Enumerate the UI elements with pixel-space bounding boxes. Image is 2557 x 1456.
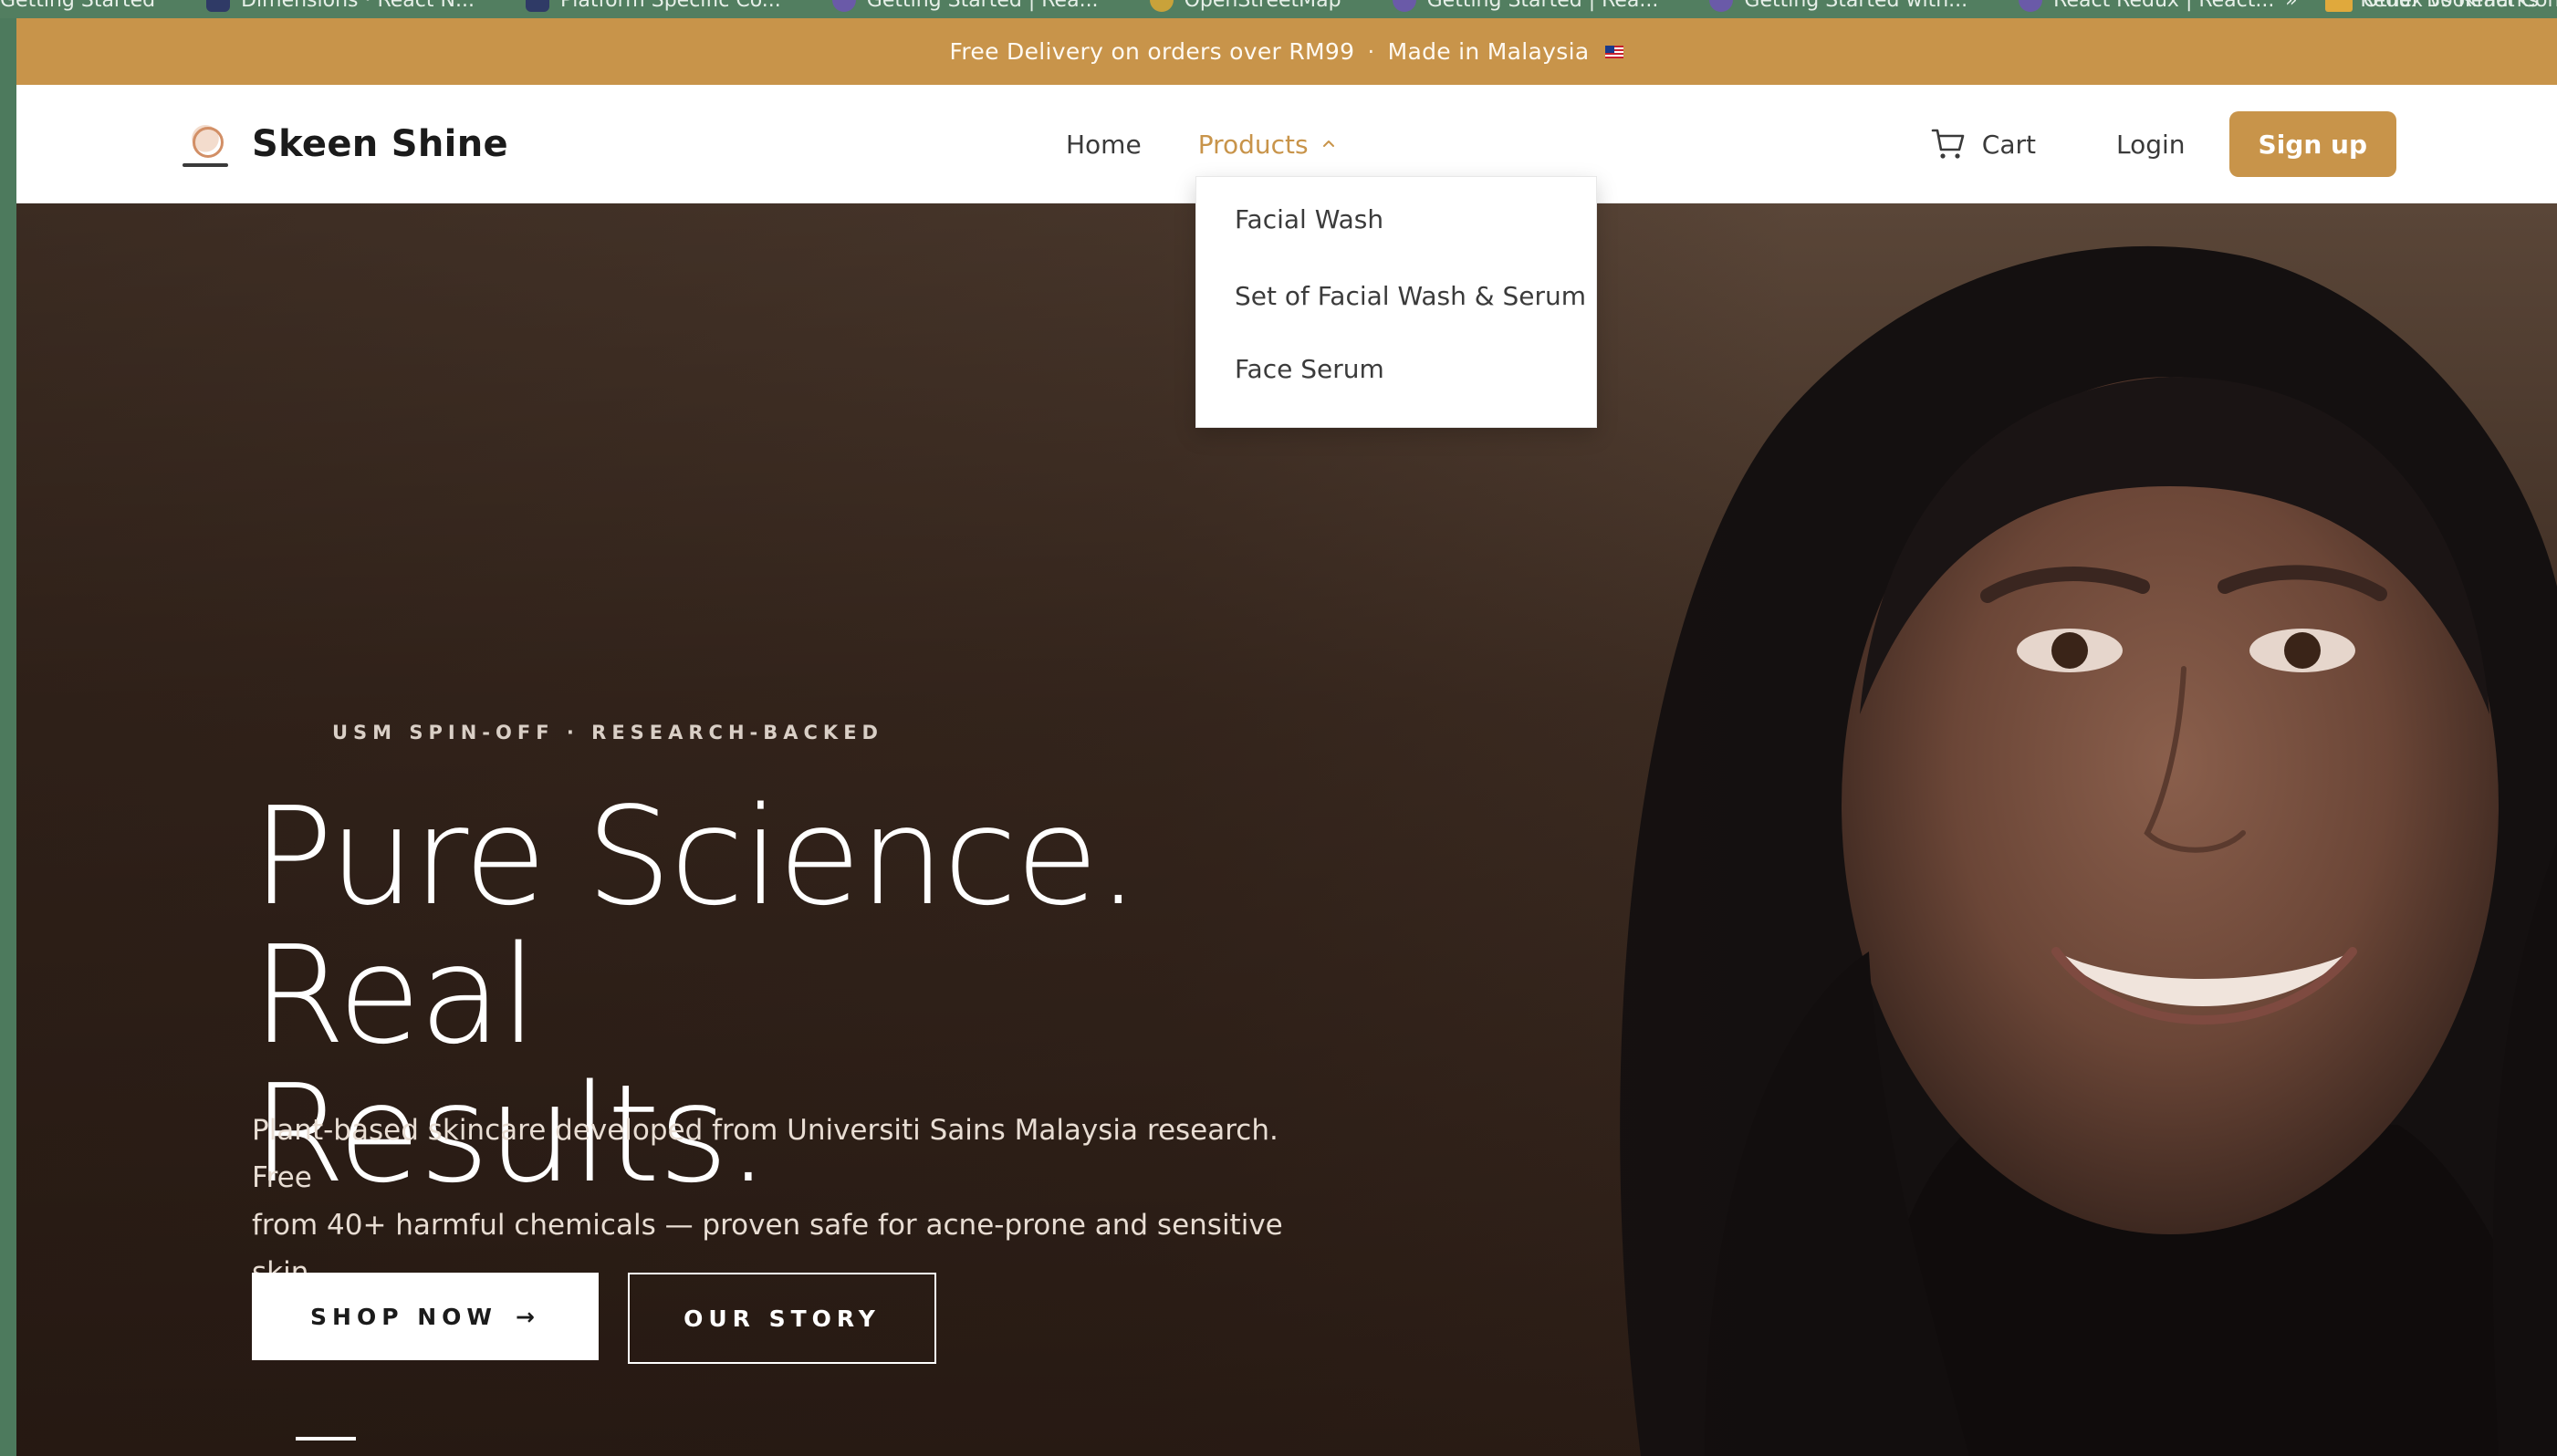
announcement-separator: · bbox=[1367, 38, 1375, 65]
cart-icon bbox=[1931, 129, 1965, 159]
other-bookmarks-folder[interactable]: Other Bookmarks bbox=[2328, 0, 2539, 12]
carousel-indicator[interactable] bbox=[296, 1437, 356, 1440]
chevron-up-icon bbox=[1322, 140, 1334, 147]
bookmark-item[interactable]: OpenStreetMap bbox=[1149, 0, 1341, 12]
nav-home-link[interactable]: Home bbox=[1066, 130, 1142, 160]
menu-item-facial-wash[interactable]: Facial Wash bbox=[1196, 204, 1596, 250]
bookmark-favicon-icon bbox=[206, 0, 231, 12]
folder-icon bbox=[2328, 0, 2353, 12]
announcement-bar: Free Delivery on orders over RM99 · Made… bbox=[16, 18, 2557, 85]
login-link[interactable]: Login bbox=[2116, 130, 2186, 160]
bookmark-favicon-icon bbox=[1709, 0, 1734, 12]
malaysia-flag-icon bbox=[1605, 45, 1624, 58]
menu-item-face-serum[interactable]: Face Serum bbox=[1196, 332, 1596, 405]
brand-name: Skeen Shine bbox=[252, 123, 508, 165]
more-bookmarks-button[interactable]: » bbox=[2285, 0, 2297, 12]
hero-eyebrow: USM SPIN-OFF · RESEARCH-BACKED bbox=[332, 722, 883, 744]
made-in-text: Made in Malaysia bbox=[1387, 38, 1590, 65]
shop-now-button[interactable]: SHOP NOW → bbox=[252, 1273, 599, 1360]
bookmark-favicon-icon bbox=[831, 0, 856, 12]
cart-label: Cart bbox=[1981, 129, 2036, 160]
skeen-shine-logo-icon bbox=[177, 116, 234, 172]
nav-products-toggle[interactable]: Products bbox=[1198, 130, 1336, 160]
our-story-button[interactable]: OUR STORY bbox=[628, 1273, 936, 1364]
shop-now-label: SHOP NOW bbox=[310, 1303, 497, 1330]
bookmark-item[interactable]: Platform Specific Co... bbox=[525, 0, 781, 12]
menu-item-facial-wash-serum-set[interactable]: Set of Facial Wash & Serum bbox=[1196, 259, 1596, 332]
bookmark-favicon-icon bbox=[1392, 0, 1416, 12]
bookmark-item[interactable]: Dimensions · React N... bbox=[206, 0, 475, 12]
products-dropdown-menu: Facial Wash Set of Facial Wash & Serum F… bbox=[1195, 176, 1597, 428]
bookmark-item[interactable]: Getting Started | Rea... bbox=[831, 0, 1099, 12]
description-line-1: Plant-based skincare developed from Univ… bbox=[252, 1114, 1278, 1194]
bookmark-item[interactable]: React Redux | React... bbox=[2019, 0, 2274, 12]
bookmarks-right: » Other Bookmarks bbox=[2285, 0, 2539, 13]
nav-products-label: Products bbox=[1197, 129, 1309, 160]
signup-button[interactable]: Sign up bbox=[2228, 111, 2396, 177]
bookmark-item[interactable]: Getting Started with... bbox=[1709, 0, 1967, 12]
bookmarks-list: Getting Started Dimensions · React N... … bbox=[0, 0, 2557, 13]
arrow-right-icon: → bbox=[516, 1303, 540, 1330]
bookmark-favicon-icon bbox=[2019, 0, 2043, 12]
bookmark-item[interactable]: Getting Started bbox=[0, 0, 155, 12]
hero-description: Plant-based skincare developed from Univ… bbox=[252, 1107, 1329, 1296]
bookmark-favicon-icon bbox=[1149, 0, 1174, 12]
bookmark-item[interactable]: Getting Started | Rea... bbox=[1392, 0, 1658, 12]
bookmark-favicon-icon bbox=[525, 0, 549, 12]
headline-line-1: Pure Science. Real bbox=[252, 778, 1140, 1074]
free-delivery-text: Free Delivery on orders over RM99 bbox=[949, 38, 1355, 65]
nav-actions: Cart Login Sign up bbox=[1931, 85, 2396, 203]
browser-bookmarks-bar: Getting Started Dimensions · React N... … bbox=[0, 0, 2557, 18]
web-page: Free Delivery on orders over RM99 · Made… bbox=[16, 18, 2557, 1456]
brand-link[interactable]: Skeen Shine bbox=[177, 116, 508, 172]
cart-link[interactable]: Cart bbox=[1931, 128, 2036, 161]
